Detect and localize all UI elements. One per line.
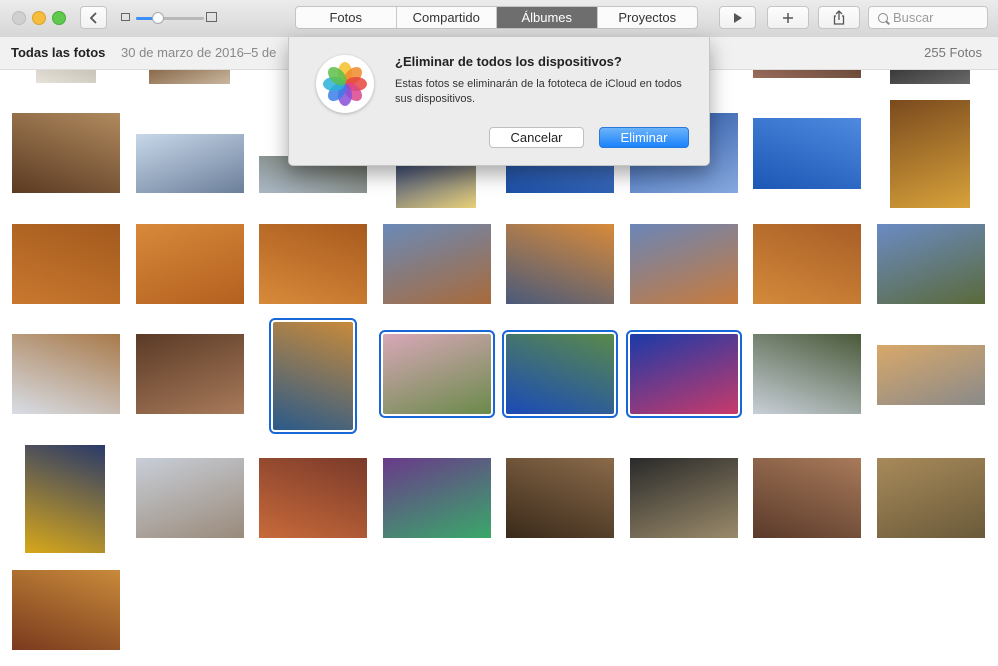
- photo-thumbnail[interactable]: [890, 70, 970, 84]
- photo-thumbnail[interactable]: [12, 334, 120, 414]
- search-box[interactable]: [868, 6, 988, 29]
- cancel-button[interactable]: Cancelar: [489, 127, 584, 148]
- photo-thumbnail[interactable]: [630, 458, 738, 538]
- close-window-button[interactable]: [12, 11, 26, 25]
- date-range: 30 de marzo de 2016–5 de: [121, 45, 277, 60]
- tab-fotos[interactable]: Fotos: [296, 7, 397, 28]
- photo-thumbnail[interactable]: [630, 224, 738, 304]
- minimize-window-button[interactable]: [32, 11, 46, 25]
- zoom-window-button[interactable]: [52, 11, 66, 25]
- photo-thumbnail[interactable]: [149, 70, 230, 84]
- view-tabs: Fotos Compartido Álbumes Proyectos: [295, 6, 698, 29]
- back-button[interactable]: [80, 6, 107, 29]
- photo-thumbnail[interactable]: [25, 445, 105, 553]
- photo-thumbnail[interactable]: [396, 164, 476, 208]
- photo-thumbnail[interactable]: [36, 70, 96, 83]
- photo-thumbnail[interactable]: [136, 224, 244, 304]
- photo-thumbnail[interactable]: [877, 345, 985, 405]
- search-input[interactable]: [893, 7, 985, 28]
- chevron-left-icon: [89, 11, 97, 24]
- photo-thumbnail[interactable]: [379, 330, 495, 418]
- share-icon: [833, 10, 845, 25]
- photo-thumbnail[interactable]: [753, 118, 861, 189]
- photo-thumbnail[interactable]: [502, 330, 618, 418]
- photo-thumbnail[interactable]: [753, 224, 861, 304]
- play-icon: [733, 12, 742, 23]
- view-title: Todas las fotos: [11, 45, 106, 60]
- photo-count: 255 Fotos: [924, 45, 982, 60]
- photo-thumbnail[interactable]: [136, 334, 244, 414]
- tab-compartido[interactable]: Compartido: [397, 7, 497, 28]
- photo-thumbnail[interactable]: [506, 458, 614, 538]
- photo-thumbnail[interactable]: [753, 334, 861, 414]
- delete-confirmation-dialog: ¿Eliminar de todos los dispositivos? Est…: [288, 37, 710, 166]
- photo-thumbnail[interactable]: [506, 224, 614, 304]
- dialog-message: Estas fotos se eliminarán de la fototeca…: [395, 78, 682, 105]
- photo-thumbnail[interactable]: [877, 224, 985, 304]
- add-button[interactable]: [767, 6, 809, 29]
- photo-thumbnail[interactable]: [877, 458, 985, 538]
- tab-proyectos[interactable]: Proyectos: [598, 7, 698, 28]
- photo-thumbnail[interactable]: [136, 134, 244, 193]
- photo-thumbnail[interactable]: [12, 224, 120, 304]
- zoom-slider[interactable]: [136, 12, 204, 24]
- photo-thumbnail[interactable]: [753, 70, 861, 78]
- photo-thumbnail[interactable]: [890, 100, 970, 208]
- share-button[interactable]: [818, 6, 860, 29]
- photo-thumbnail[interactable]: [136, 458, 244, 538]
- photo-thumbnail[interactable]: [383, 224, 491, 304]
- dialog-title: ¿Eliminar de todos los dispositivos?: [395, 54, 622, 69]
- plus-icon: [783, 12, 793, 23]
- delete-button[interactable]: Eliminar: [599, 127, 689, 148]
- zoom-slider-knob[interactable]: [152, 12, 165, 24]
- tab-albumes[interactable]: Álbumes: [497, 7, 598, 28]
- photo-thumbnail[interactable]: [269, 318, 357, 434]
- search-icon: [878, 13, 888, 23]
- toolbar: Fotos Compartido Álbumes Proyectos: [0, 0, 998, 38]
- photo-thumbnail[interactable]: [12, 113, 120, 193]
- photo-thumbnail[interactable]: [259, 458, 367, 538]
- photo-thumbnail[interactable]: [383, 458, 491, 538]
- small-thumbnail-icon: [121, 13, 130, 21]
- slideshow-button[interactable]: [719, 6, 756, 29]
- photo-thumbnail[interactable]: [753, 458, 861, 538]
- large-thumbnail-icon: [206, 12, 217, 22]
- photos-app-icon: [316, 55, 374, 113]
- photo-thumbnail[interactable]: [12, 570, 120, 650]
- photo-thumbnail[interactable]: [259, 224, 367, 304]
- photo-thumbnail[interactable]: [626, 330, 742, 418]
